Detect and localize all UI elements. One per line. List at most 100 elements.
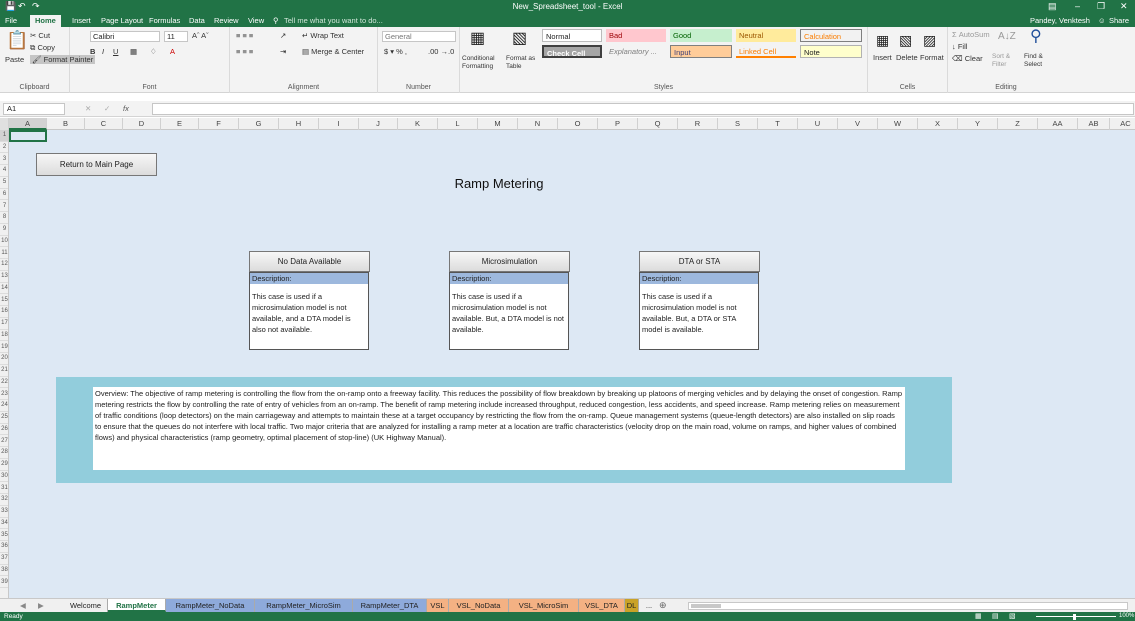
row-header[interactable]: 16 <box>0 306 8 318</box>
sort-filter-icon[interactable]: A↓Z <box>998 31 1016 42</box>
column-header-x[interactable]: X <box>918 118 958 130</box>
italic-button[interactable]: I <box>102 47 104 56</box>
row-header[interactable]: 20 <box>0 353 8 365</box>
formula-input[interactable] <box>152 103 1134 115</box>
row-header[interactable]: 1 <box>0 130 8 142</box>
row-header[interactable]: 23 <box>0 389 8 401</box>
cancel-icon[interactable]: ✕ <box>85 104 91 113</box>
row-header[interactable]: 7 <box>0 201 8 213</box>
zoom-slider[interactable] <box>1036 616 1116 617</box>
row-header[interactable]: 36 <box>0 541 8 553</box>
column-header-c[interactable]: C <box>85 118 123 130</box>
font-size-select[interactable]: 11 <box>164 31 188 42</box>
row-header[interactable]: 18 <box>0 330 8 342</box>
row-header[interactable]: 11 <box>0 248 8 260</box>
decimal-icon[interactable]: .00 →.0 <box>428 47 454 56</box>
column-header-h[interactable]: H <box>279 118 319 130</box>
cut-button[interactable]: ✂ Cut <box>30 31 50 40</box>
tab-formulas[interactable]: Formulas <box>149 16 180 25</box>
fill-button[interactable]: ↓ Fill <box>952 42 967 51</box>
row-header[interactable]: 4 <box>0 165 8 177</box>
borders-icon[interactable]: ▦ <box>130 47 137 56</box>
font-color-icon[interactable]: A <box>170 47 175 56</box>
column-header-y[interactable]: Y <box>958 118 998 130</box>
column-header-o[interactable]: O <box>558 118 598 130</box>
row-header[interactable]: 13 <box>0 271 8 283</box>
row-header[interactable]: 31 <box>0 483 8 495</box>
scroll-right-icon[interactable]: ▶ <box>38 601 44 610</box>
page-layout-view-icon[interactable]: ▤ <box>992 612 999 621</box>
name-box[interactable]: A1 <box>3 103 65 115</box>
select-all-corner[interactable] <box>0 118 9 130</box>
scroll-left-icon[interactable]: ◀ <box>20 601 26 610</box>
insert-function-icon[interactable]: fx <box>123 104 129 113</box>
ribbon-display-icon[interactable]: ▤ <box>1048 1 1057 12</box>
row-header[interactable]: 14 <box>0 283 8 295</box>
format-as-table-icon[interactable]: ▧ <box>512 31 527 47</box>
row-header[interactable]: 5 <box>0 177 8 189</box>
conditional-formatting-label[interactable]: Conditional Formatting <box>462 55 504 71</box>
column-header-ab[interactable]: AB <box>1078 118 1110 130</box>
column-header-r[interactable]: R <box>678 118 718 130</box>
insert-cells-button[interactable]: Insert <box>873 53 892 62</box>
row-header[interactable]: 22 <box>0 377 8 389</box>
style-calculation[interactable]: Calculation <box>800 29 862 42</box>
column-header-s[interactable]: S <box>718 118 758 130</box>
tab-insert[interactable]: Insert <box>72 16 91 25</box>
column-header-e[interactable]: E <box>161 118 199 130</box>
row-header[interactable]: 10 <box>0 236 8 248</box>
align-left-icon[interactable]: ≡ ≡ ≡ <box>236 47 253 56</box>
return-to-main-page-button[interactable]: Return to Main Page <box>36 153 157 176</box>
style-linked-cell[interactable]: Linked Cell <box>736 45 796 58</box>
style-good[interactable]: Good <box>670 29 732 42</box>
row-header[interactable]: 25 <box>0 412 8 424</box>
row-header[interactable]: 33 <box>0 506 8 518</box>
row-header[interactable]: 12 <box>0 259 8 271</box>
enter-icon[interactable]: ✓ <box>104 104 110 113</box>
column-header-aa[interactable]: AA <box>1038 118 1078 130</box>
conditional-formatting-icon[interactable]: ▦ <box>470 31 485 47</box>
column-header-d[interactable]: D <box>123 118 161 130</box>
tab-review[interactable]: Review <box>214 16 239 25</box>
insert-cells-icon[interactable]: ▦ <box>876 33 889 47</box>
column-header-f[interactable]: F <box>199 118 239 130</box>
column-header-k[interactable]: K <box>398 118 438 130</box>
delete-cells-button[interactable]: Delete <box>896 53 918 62</box>
row-header[interactable]: 28 <box>0 447 8 459</box>
style-neutral[interactable]: Neutral <box>736 29 796 42</box>
number-format-select[interactable]: General <box>382 31 456 42</box>
dta-or-sta-button[interactable]: DTA or STA <box>639 251 760 272</box>
zoom-slider-thumb[interactable] <box>1073 614 1076 620</box>
row-header[interactable]: 35 <box>0 530 8 542</box>
page-break-view-icon[interactable]: ▧ <box>1009 612 1016 621</box>
underline-button[interactable]: U <box>113 47 118 56</box>
row-header[interactable]: 9 <box>0 224 8 236</box>
copy-button[interactable]: ⧉ Copy <box>30 43 55 53</box>
microsimulation-button[interactable]: Microsimulation <box>449 251 570 272</box>
column-header-p[interactable]: P <box>598 118 638 130</box>
column-header-ac[interactable]: AC <box>1110 118 1135 130</box>
format-as-table-label[interactable]: Format as Table <box>506 55 540 71</box>
grow-font-icon[interactable]: Aˆ Aˇ <box>192 31 209 40</box>
row-header[interactable]: 39 <box>0 577 8 589</box>
bold-button[interactable]: B <box>90 47 95 56</box>
zoom-level[interactable]: 100% <box>1119 612 1134 621</box>
share-button[interactable]: Share <box>1109 16 1129 25</box>
tell-me-box[interactable]: Tell me what you want to do... <box>284 16 383 25</box>
sheet-tab-vsl-microsim[interactable]: VSL_MicroSim <box>509 599 579 612</box>
row-header[interactable]: 17 <box>0 318 8 330</box>
minimize-icon[interactable]: – <box>1075 1 1080 11</box>
row-header[interactable]: 24 <box>0 400 8 412</box>
column-header-j[interactable]: J <box>359 118 398 130</box>
horizontal-scrollbar[interactable] <box>688 602 1128 610</box>
close-icon[interactable]: ✕ <box>1120 1 1128 12</box>
sheet-tab-welcome[interactable]: Welcome <box>64 599 108 612</box>
row-header[interactable]: 30 <box>0 471 8 483</box>
worksheet-grid[interactable]: Return to Main Page Ramp Metering No Dat… <box>9 130 1135 598</box>
no-data-available-button[interactable]: No Data Available <box>249 251 370 272</box>
find-select-button[interactable]: Find & Select <box>1024 53 1058 69</box>
sheet-tab-vsl-nodata[interactable]: VSL_NoData <box>449 599 509 612</box>
row-header[interactable]: 38 <box>0 565 8 577</box>
sheet-tab-rampmeter[interactable]: RampMeter <box>108 599 166 612</box>
column-header-v[interactable]: V <box>838 118 878 130</box>
